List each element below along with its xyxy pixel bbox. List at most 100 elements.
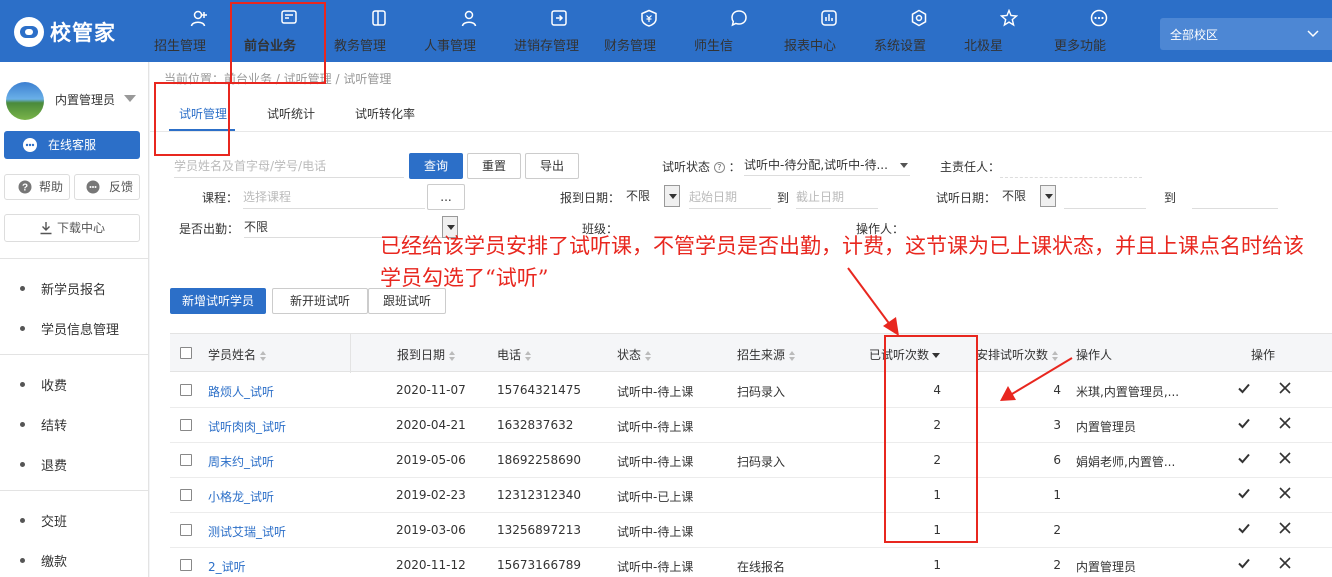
owner-input[interactable] [1000,154,1142,178]
enroll-end-date-input[interactable]: 截止日期 [796,185,878,209]
check-icon[interactable] [1237,521,1251,535]
new-class-trial-button[interactable]: 新开班试听 [272,288,368,314]
nav-item-3[interactable]: 人事管理 [424,0,514,62]
phone-cell: 13256897213 [497,523,581,537]
row-checkbox[interactable] [180,384,192,396]
header-status[interactable]: 状态 [617,346,652,363]
course-picker-button[interactable]: ... [427,184,465,210]
info-icon: ? [713,162,725,173]
header-scheduled-count[interactable]: 安排试听次数 [976,346,1059,363]
nav-item-5[interactable]: 财务管理 [604,0,694,62]
chat-bubble-icon [23,138,37,152]
status-cell: 试听中-待上课 [617,385,694,399]
avatar[interactable] [6,82,44,120]
reset-button[interactable]: 重置 [467,153,521,179]
app-logo[interactable]: 校管家 [14,17,116,47]
campus-select[interactable]: 全部校区 [1160,18,1332,50]
enroll-start-date-input[interactable]: 起始日期 [689,185,771,209]
course-input[interactable]: 选择课程 [243,185,425,209]
student-name-link[interactable]: 路烦人_试听 [208,383,274,400]
student-name-link[interactable]: 试听肉肉_试听 [208,418,286,435]
check-icon[interactable] [1237,451,1251,465]
bullet-icon [20,286,25,291]
scheduled-count-cell: 6 [1053,453,1061,467]
check-icon[interactable] [1237,416,1251,430]
nav-item-label: 更多功能 [1054,39,1107,54]
header-enroll-date[interactable]: 报到日期 [397,346,456,363]
sidebar-item-handover[interactable]: 交班 [0,508,149,532]
trial-status-select[interactable]: 试听中-待分配,试听中-待... [744,154,910,176]
student-name-link[interactable]: 小格龙_试听 [208,488,274,505]
sidebar-item-student-info[interactable]: 学员信息管理 [0,316,149,340]
student-name-link[interactable]: 测试艾瑞_试听 [208,523,286,540]
nav-item-2[interactable]: 教务管理 [334,0,424,62]
header-student-name[interactable]: 学员姓名 [208,346,267,363]
check-icon[interactable] [1237,486,1251,500]
sidebar-item-refund[interactable]: 退费 [0,452,149,476]
follow-class-trial-button[interactable]: 跟班试听 [368,288,446,314]
nav-item-6[interactable]: 师生信 [694,0,784,62]
close-icon[interactable] [1278,486,1292,500]
student-name-link[interactable]: 周末约_试听 [208,453,274,470]
header-source[interactable]: 招生来源 [737,346,796,363]
close-icon[interactable] [1278,521,1292,535]
row-checkbox[interactable] [180,559,192,571]
feedback-button[interactable]: 反馈 [74,174,140,200]
header-phone[interactable]: 电话 [497,346,532,363]
search-input[interactable]: 学员姓名及首字母/学号/电话 [174,154,404,178]
help-button[interactable]: ? 帮助 [4,174,70,200]
nav-item-10[interactable]: 更多功能 [1054,0,1144,62]
user-name[interactable]: 内置管理员 [55,91,115,108]
sidebar-item-label: 学员信息管理 [41,323,120,338]
student-name-link[interactable]: 2_试听 [208,558,246,575]
bullet-icon [20,422,25,427]
add-trial-student-button[interactable]: 新增试听学员 [170,288,266,314]
check-icon[interactable] [1237,556,1251,570]
close-icon[interactable] [1278,451,1292,465]
table-row: 小格龙_试听 2019-02-23 12312312340 试听中-已上课 1 1 [170,478,1332,513]
sidebar-item-new-student[interactable]: 新学员报名 [0,276,149,300]
help-label: 帮助 [39,180,64,194]
trial-date-dropdown-icon[interactable] [1040,185,1056,207]
enroll-date-label: 报到日期： [560,191,621,205]
phone-cell: 15764321475 [497,383,581,397]
row-checkbox[interactable] [180,419,192,431]
sidebar-item-payment[interactable]: 缴款 [0,548,149,572]
trial-date-value: 不限 [1002,189,1027,203]
sidebar-item-transfer[interactable]: 结转 [0,412,149,436]
enroll-date-dropdown-icon[interactable] [664,185,680,207]
online-service-button[interactable]: 在线客服 [4,131,140,159]
nav-item-4[interactable]: 进销存管理 [514,0,604,62]
sidebar-item-charge[interactable]: 收费 [0,372,149,396]
status-cell: 试听中-待上课 [617,455,694,469]
table-header: 学员姓名 报到日期 电话 状态 招生来源 已试听次数 安排试听次数 操作人 操作 [170,333,1332,373]
row-checkbox[interactable] [180,489,192,501]
sort-icon [645,350,652,361]
nav-item-7[interactable]: 报表中心 [784,0,874,62]
trial-start-date-input[interactable] [1064,185,1146,209]
nav-item-8[interactable]: 系统设置 [874,0,964,62]
phone-cell: 1632837632 [497,418,574,432]
download-center-button[interactable]: 下载中心 [4,214,140,242]
close-icon[interactable] [1278,416,1292,430]
tab-trial-conversion[interactable]: 试听转化率 [355,105,415,122]
row-checkbox[interactable] [180,454,192,466]
sort-icon [525,350,532,361]
tab-trial-statistics[interactable]: 试听统计 [267,105,315,122]
sidebar-item-label: 结转 [41,419,68,434]
check-icon[interactable] [1237,381,1251,395]
export-button[interactable]: 导出 [525,153,579,179]
close-icon[interactable] [1278,381,1292,395]
sidebar-item-label: 交班 [41,515,68,530]
select-all-checkbox[interactable] [180,347,192,359]
close-icon[interactable] [1278,556,1292,570]
scheduled-count-cell: 4 [1053,383,1061,397]
nav-item-label: 人事管理 [424,39,477,54]
query-button[interactable]: 查询 [409,153,463,179]
highlight-box-trial-count [884,335,978,543]
bullet-icon [20,382,25,387]
user-menu-caret-icon[interactable] [124,95,136,102]
row-checkbox[interactable] [180,524,192,536]
nav-item-9[interactable]: 北极星 [964,0,1054,62]
trial-end-date-input[interactable] [1192,185,1278,209]
